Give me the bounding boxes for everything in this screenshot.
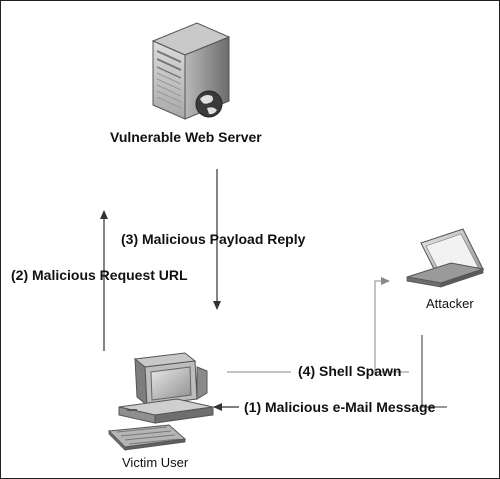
flow-label-payload-reply: (3) Malicious Payload Reply: [121, 231, 306, 247]
diagram-canvas: Vulnerable Web Server Attacker Victim Us…: [0, 0, 500, 479]
flow-label-shell-spawn: (4) Shell Spawn: [298, 363, 402, 379]
server-label: Vulnerable Web Server: [110, 129, 262, 145]
arrow-malicious-email: [421, 335, 447, 408]
arrow-shell-spawn: [374, 277, 409, 373]
desktop-computer-icon: [107, 352, 214, 451]
flow-label-request-url: (2) Malicious Request URL: [11, 267, 188, 283]
laptop-icon: [406, 228, 485, 288]
victim-label: Victim User: [122, 455, 189, 470]
globe-icon: [195, 90, 223, 118]
attacker-label: Attacker: [426, 296, 474, 311]
flow-label-malicious-email: (1) Malicious e-Mail Message: [244, 399, 436, 415]
